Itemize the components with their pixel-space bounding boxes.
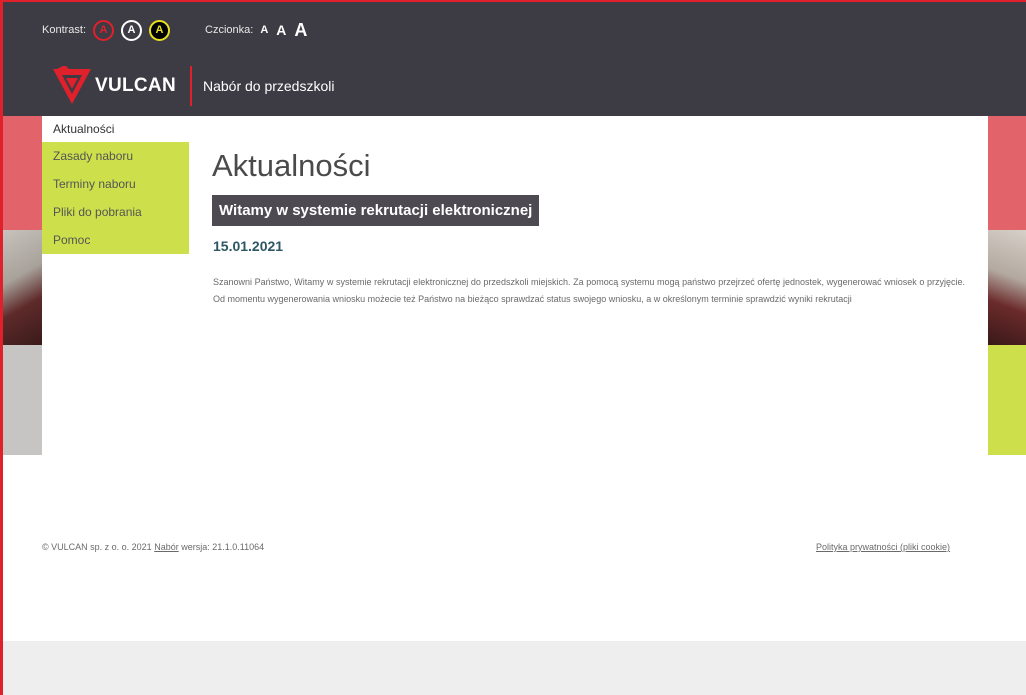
side-decoration-left-red (3, 116, 42, 230)
brand-divider (189, 66, 192, 106)
vulcan-logo-icon[interactable] (51, 66, 93, 106)
contrast-yellow-button[interactable]: A (149, 19, 171, 41)
app-title: Nabór do przedszkoli (202, 78, 335, 94)
logo-text: VULCAN (95, 75, 176, 96)
nav-item-pomoc[interactable]: Pomoc (42, 226, 189, 254)
nav-item-zasady-naboru[interactable]: Zasady naboru (42, 142, 189, 170)
news-post-title: Witamy w systemie rekrutacji elektronicz… (212, 195, 540, 226)
footer-info: © VULCAN sp. z o. o. 2021 Nabór wersja: … (42, 542, 264, 552)
nav-item-pliki-do-pobrania[interactable]: Pliki do pobrania (42, 198, 189, 226)
news-post-date: 15.01.2021 (213, 238, 284, 254)
footer-copyright: © VULCAN sp. z o. o. 2021 (42, 542, 152, 552)
site-header: Kontrast: A A A Czcionka: A A A VULCAN N… (3, 2, 1026, 116)
footer-nabor-link[interactable]: Nabór (154, 542, 179, 552)
side-decoration-right-lime (988, 345, 1026, 455)
side-decoration-right-red (988, 116, 1026, 230)
side-decoration-left-photo (3, 230, 42, 345)
page-title: Aktualności (212, 148, 371, 183)
font-size-medium-button[interactable]: A (276, 22, 286, 38)
accessibility-toolbar: Kontrast: A A A Czcionka: A A A (42, 17, 315, 43)
side-decoration-right-photo (988, 230, 1026, 345)
font-size-small-button[interactable]: A (260, 24, 268, 36)
nav-item-aktualnosci[interactable]: Aktualności (42, 116, 189, 142)
contrast-default-button[interactable]: A (93, 19, 115, 41)
page-bottom-band (3, 641, 1026, 695)
sidebar-nav: Aktualności Zasady naboru Terminy naboru… (42, 116, 189, 254)
footer-version: wersja: 21.1.0.11064 (181, 542, 265, 552)
nav-item-terminy-naboru[interactable]: Terminy naboru (42, 170, 189, 198)
brand: VULCAN Nabór do przedszkoli (51, 66, 334, 106)
font-size-large-button[interactable]: A (294, 20, 307, 41)
privacy-policy-link[interactable]: Polityka prywatności (pliki cookie) (816, 542, 950, 552)
news-post-body: Szanowni Państwo, Witamy w systemie rekr… (213, 277, 965, 304)
font-size-label: Czcionka: (205, 24, 254, 36)
side-decoration-left-gray (3, 345, 42, 455)
contrast-dark-button[interactable]: A (121, 19, 143, 41)
footer-privacy: Polityka prywatności (pliki cookie) (816, 542, 950, 552)
contrast-label: Kontrast: (42, 24, 87, 36)
